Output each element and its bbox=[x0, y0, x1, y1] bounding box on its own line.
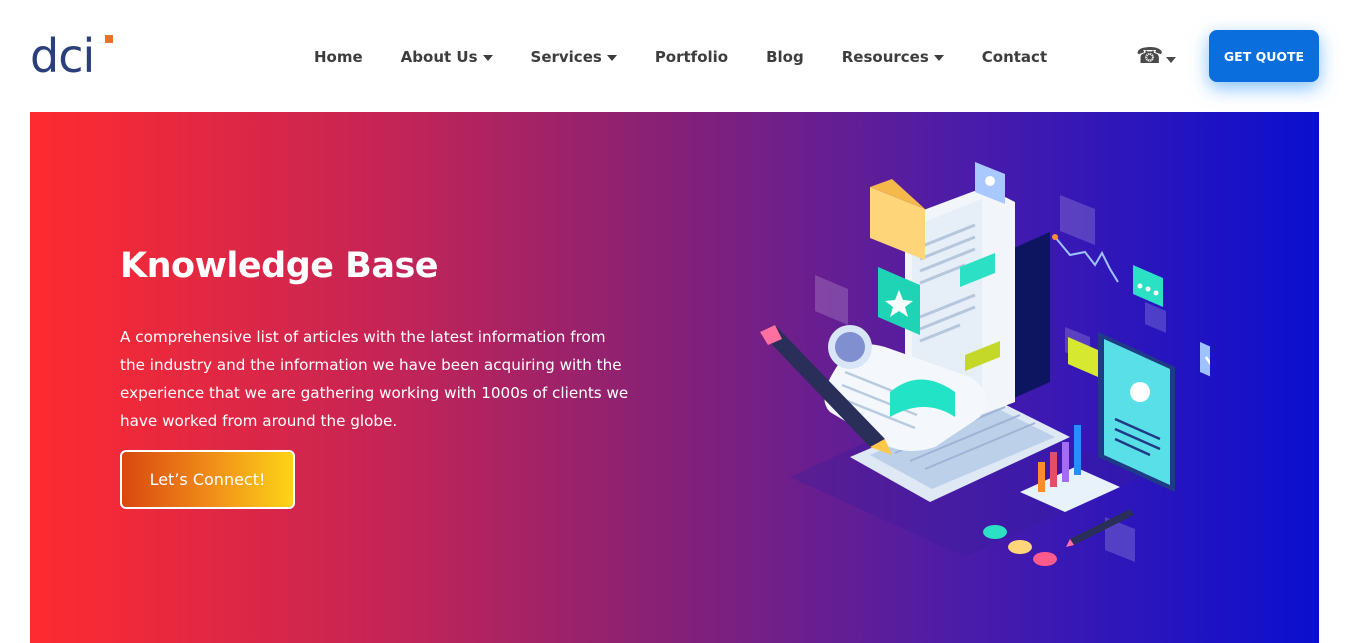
hero-title: Knowledge Base bbox=[120, 246, 439, 286]
nav-label: Contact bbox=[981, 48, 1048, 66]
caret-down-icon bbox=[1166, 57, 1177, 63]
nav-label: Resources bbox=[841, 48, 929, 66]
caret-down-icon bbox=[606, 54, 617, 61]
nav-label: Services bbox=[530, 48, 602, 66]
site-header: dci Home About Us Services Portfolio Blo… bbox=[0, 0, 1366, 112]
logo-accent-dot bbox=[105, 35, 113, 43]
logo-text: dci bbox=[30, 29, 95, 83]
nav-label: Blog bbox=[766, 48, 804, 66]
knowledge-base-illustration bbox=[760, 162, 1210, 566]
lets-connect-button[interactable]: Let’s Connect! bbox=[120, 450, 295, 509]
hero-banner: Knowledge Base A comprehensive list of a… bbox=[30, 112, 1319, 643]
nav-label: About Us bbox=[400, 48, 478, 66]
dci-logo[interactable]: dci bbox=[30, 30, 114, 82]
nav-item-resources[interactable]: Resources bbox=[842, 48, 944, 66]
nav-item-portfolio[interactable]: Portfolio bbox=[655, 48, 728, 66]
hero-description: A comprehensive list of articles with th… bbox=[120, 328, 629, 430]
nav-label: Home bbox=[314, 48, 363, 66]
main-nav: Home About Us Services Portfolio Blog Re… bbox=[295, 38, 1085, 76]
nav-item-home[interactable]: Home bbox=[314, 48, 363, 66]
phone-dropdown[interactable]: ☎ bbox=[1136, 44, 1177, 70]
caret-down-icon bbox=[482, 54, 493, 61]
nav-item-contact[interactable]: Contact bbox=[982, 48, 1047, 66]
nav-item-blog[interactable]: Blog bbox=[766, 48, 804, 66]
get-quote-button[interactable]: GET QUOTE bbox=[1209, 30, 1319, 82]
nav-item-about-us[interactable]: About Us bbox=[401, 48, 493, 66]
caret-down-icon bbox=[933, 54, 944, 61]
nav-label: Portfolio bbox=[654, 48, 729, 66]
nav-item-services[interactable]: Services bbox=[531, 48, 617, 66]
phone-icon: ☎ bbox=[1136, 44, 1164, 69]
